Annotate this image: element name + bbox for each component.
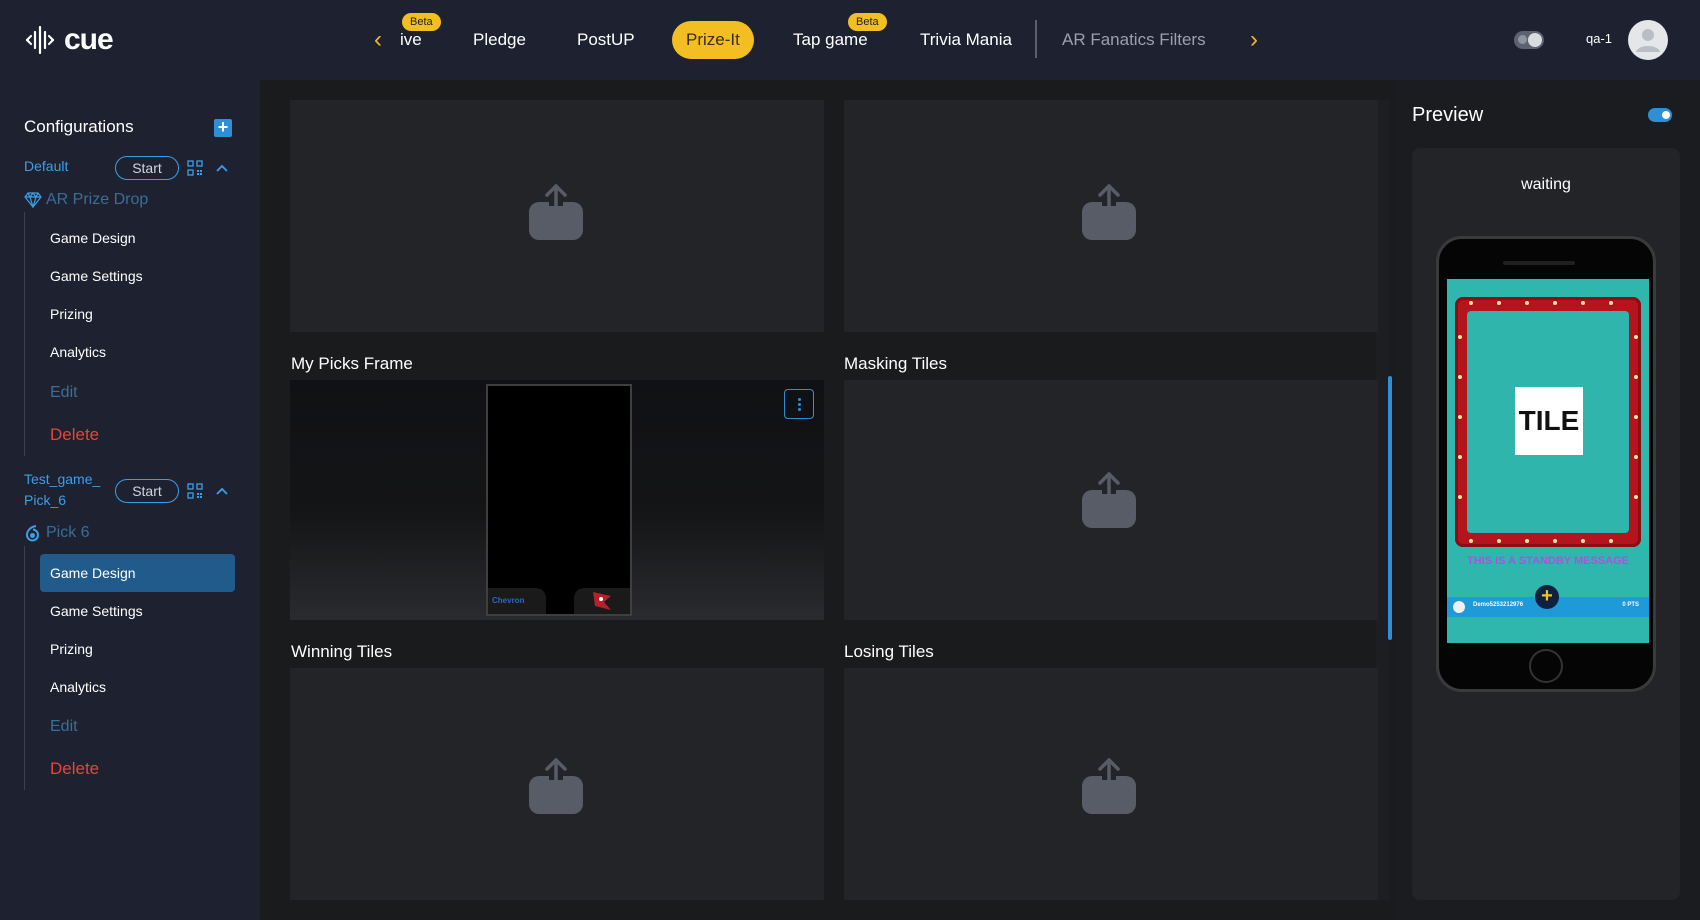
phone-mockup: TILE THIS IS A STANDBY MESSAGE Demo52532…: [1436, 236, 1656, 692]
upload-icon[interactable]: [527, 756, 585, 816]
nav-next-arrow-icon[interactable]: ›: [1242, 26, 1266, 54]
upload-icon[interactable]: [1080, 470, 1138, 530]
tab-pledge[interactable]: Pledge: [473, 21, 526, 59]
tab-tap-game[interactable]: Beta Tap game: [793, 13, 887, 59]
menu-delete[interactable]: Delete: [40, 416, 235, 454]
user-icon: [1636, 29, 1660, 52]
game-type-pick-6: Pick 6: [24, 524, 90, 542]
tab-trivia-mania[interactable]: Trivia Mania: [920, 21, 1012, 59]
config-name-default[interactable]: Default: [24, 156, 68, 177]
player-points: 0 PTS: [1622, 602, 1639, 608]
sidebar: Configurations + Default Start AR Prize …: [0, 80, 260, 920]
menu-game-settings[interactable]: Game Settings: [40, 257, 235, 295]
picks-frame-image: Chevron: [486, 384, 632, 616]
top-navigation-bar: cue ‹ Beta ive Pledge PostUP Prize-It Be…: [0, 0, 1700, 80]
upload-icon[interactable]: [1080, 182, 1138, 242]
sponsor-slot: Chevron: [488, 588, 546, 614]
menu-analytics[interactable]: Analytics: [40, 668, 235, 706]
cue-logo[interactable]: cue: [24, 20, 114, 60]
start-button[interactable]: Start: [115, 479, 179, 503]
add-configuration-button[interactable]: +: [214, 118, 232, 137]
section-title-losing-tiles: Losing Tiles: [844, 642, 934, 661]
qr-code-icon[interactable]: [187, 483, 203, 499]
nav-divider: [1035, 20, 1037, 58]
tree-line: [24, 546, 25, 790]
qr-code-icon[interactable]: [187, 160, 203, 176]
section-title-winning-tiles: Winning Tiles: [291, 642, 393, 661]
tree-line: [24, 212, 25, 456]
menu-delete[interactable]: Delete: [40, 750, 235, 788]
config-name-test-game-pick-6[interactable]: Test_game_ Pick_6: [24, 469, 100, 511]
menu-analytics[interactable]: Analytics: [40, 333, 235, 371]
section-title-my-picks-frame: My Picks Frame: [291, 354, 413, 373]
chevron-sponsor-logo: Chevron: [492, 596, 525, 605]
upload-icon[interactable]: [1080, 756, 1138, 816]
tab-postup[interactable]: PostUP: [577, 21, 635, 59]
nav-prev-arrow-icon[interactable]: ‹: [366, 26, 390, 54]
theme-toggle[interactable]: [1514, 31, 1544, 49]
tab-label: Tap game: [793, 30, 868, 49]
tile-card: TILE: [1515, 387, 1583, 455]
config-name-line2: Pick_6: [24, 492, 67, 508]
menu-edit[interactable]: Edit: [40, 374, 235, 412]
beta-badge: Beta: [848, 13, 887, 31]
preview-status: waiting: [1521, 176, 1571, 193]
tab-ive[interactable]: Beta ive: [400, 13, 441, 59]
marquee-frame: TILE: [1455, 297, 1641, 547]
chevron-up-icon[interactable]: [214, 160, 230, 176]
menu-prizing[interactable]: Prizing: [40, 630, 235, 668]
preview-title: Preview: [1412, 104, 1484, 126]
more-options-button[interactable]: [784, 389, 814, 419]
start-button[interactable]: Start: [115, 156, 179, 180]
beta-badge: Beta: [402, 13, 441, 31]
upload-icon[interactable]: [527, 182, 585, 242]
phone-home-button: [1529, 649, 1563, 683]
menu-edit[interactable]: Edit: [40, 708, 235, 746]
add-pick-button: +: [1535, 585, 1559, 609]
standby-message: THIS IS A STANDBY MESSAGE: [1467, 555, 1629, 567]
menu-game-design[interactable]: Game Design: [40, 219, 235, 257]
sound-wave-icon: [25, 25, 55, 55]
scrollbar[interactable]: [1388, 376, 1392, 640]
section-title-masking-tiles: Masking Tiles: [844, 354, 947, 373]
menu-game-design[interactable]: Game Design: [40, 554, 235, 592]
game-type-label: AR Prize Drop: [46, 191, 149, 208]
game-type-ar-prize-drop: AR Prize Drop: [24, 191, 148, 209]
player-name: Demo5253212976: [1473, 602, 1524, 608]
game-type-label: Pick 6: [46, 524, 90, 541]
config-name-line1: Test_game_: [24, 471, 101, 487]
user-name: qa-1: [1586, 31, 1613, 46]
tab-ar-fanatics-filters[interactable]: AR Fanatics Filters: [1062, 21, 1206, 59]
configurations-title: Configurations: [24, 117, 134, 136]
logo-text: cue: [64, 23, 114, 56]
chevron-up-icon[interactable]: [214, 483, 230, 499]
phone-screen: TILE THIS IS A STANDBY MESSAGE Demo52532…: [1447, 279, 1649, 643]
player-avatar: [1453, 601, 1465, 613]
phone-speaker: [1503, 261, 1575, 265]
preview-toggle[interactable]: [1648, 108, 1672, 122]
menu-game-settings[interactable]: Game Settings: [40, 592, 235, 630]
menu-prizing[interactable]: Prizing: [40, 295, 235, 333]
team-slot: [574, 588, 630, 614]
avatar[interactable]: [1628, 20, 1668, 60]
team-flag-icon: [593, 592, 611, 610]
diamond-icon: [24, 192, 42, 208]
tab-prize-it[interactable]: Prize-It: [672, 21, 754, 59]
tab-label: ive: [400, 30, 422, 49]
pick-6-icon: [25, 525, 39, 542]
